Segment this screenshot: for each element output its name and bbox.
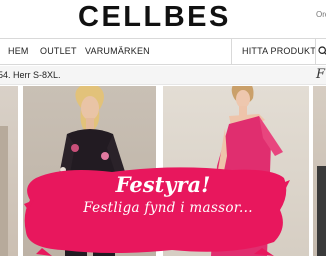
nav-item-hem[interactable]: HEM: [8, 46, 29, 56]
search-icon[interactable]: [318, 46, 326, 56]
banner-title: Festyra!: [115, 172, 211, 197]
nav-item-outlet[interactable]: OUTLET: [40, 46, 77, 56]
site-header: CELLBES Order: [0, 0, 326, 38]
main-nav: HEM OUTLET VARUMÄRKEN HITTA PRODUKT: [0, 38, 326, 65]
promo-bar: 54. Herr S-8XL. F: [0, 66, 326, 85]
nav-divider: [315, 39, 316, 64]
page: CELLBES Order HEM OUTLET VARUMÄRKEN HITT…: [0, 0, 326, 256]
nav-divider: [231, 39, 232, 64]
find-product-link[interactable]: HITTA PRODUKT: [242, 46, 316, 56]
product-photo[interactable]: [313, 86, 326, 256]
model-photo-partial-icon: [0, 126, 8, 256]
model-photo-partial-icon: [317, 166, 326, 256]
promo-text: 54. Herr S-8XL.: [0, 70, 61, 80]
site-logo[interactable]: CELLBES: [78, 1, 231, 34]
nav-item-varumarken[interactable]: VARUMÄRKEN: [85, 46, 150, 56]
banner-subtitle: Festliga fynd i massor...: [83, 200, 253, 216]
promo-script-text: F: [316, 67, 326, 82]
header-link[interactable]: Order: [316, 10, 326, 19]
product-photo[interactable]: [0, 86, 18, 256]
